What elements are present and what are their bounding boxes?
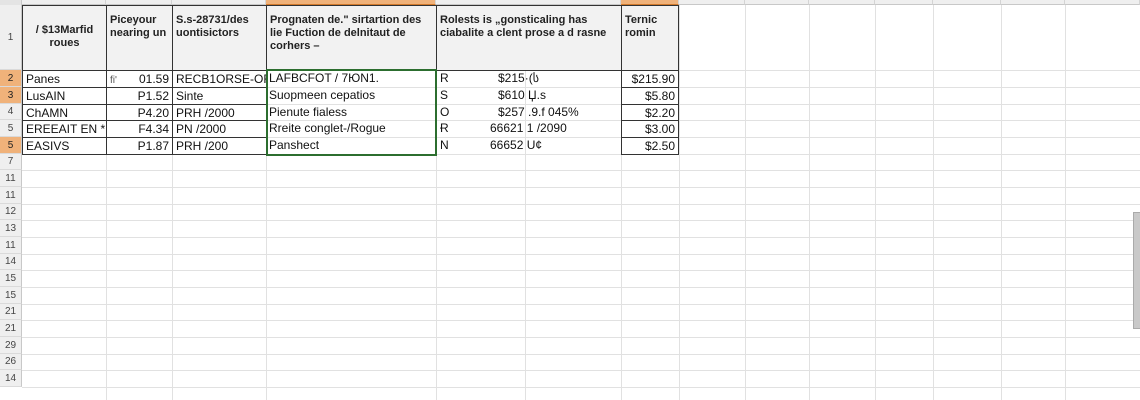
row-header[interactable]: 13 xyxy=(0,220,22,237)
row-header[interactable]: 26 xyxy=(0,354,22,370)
row-header[interactable]: 21 xyxy=(0,304,22,320)
spreadsheet-grid[interactable]: 1 2 3 4 5 5 7 11 11 12 13 11 14 15 15 21… xyxy=(0,0,1140,400)
row-header[interactable]: 3 xyxy=(0,87,22,104)
cell-f[interactable]: $2.20 xyxy=(621,104,679,121)
cell-c[interactable]: RECB1ORSE-OF xyxy=(172,70,267,88)
column-header-m[interactable] xyxy=(1065,0,1140,5)
cell-b-value: P4.20 xyxy=(137,106,169,120)
header-cell-f[interactable]: Ternic romin xyxy=(621,5,679,71)
row-header[interactable]: 29 xyxy=(0,337,22,354)
cell-e-value[interactable]: $610 Џ.s xyxy=(470,87,621,104)
row-header[interactable]: 14 xyxy=(0,254,22,270)
cell-d[interactable]: LAFBCFOT / 7ЮN1. xyxy=(266,70,436,87)
cell-d[interactable]: Pienute fialess xyxy=(266,104,436,120)
cell-c[interactable]: Sinte xyxy=(172,87,267,105)
cell-b-value: P1.87 xyxy=(137,139,169,153)
cell-b[interactable]: P1.87 xyxy=(106,137,173,155)
column-header-l[interactable] xyxy=(1001,0,1065,5)
vertical-scrollbar-thumb[interactable] xyxy=(1133,212,1140,329)
cell-a[interactable]: Panes xyxy=(22,70,107,88)
row-header[interactable]: 5 xyxy=(0,137,22,154)
row-header[interactable]: 21 xyxy=(0,320,22,337)
cell-d[interactable]: Rreite conglet-/Rogue xyxy=(266,120,436,137)
header-cell-b[interactable]: Piceyour nearing un xyxy=(106,5,173,71)
cell-a[interactable]: LusAIN xyxy=(22,87,107,105)
row-header[interactable]: 12 xyxy=(0,204,22,220)
row-header[interactable]: 11 xyxy=(0,170,22,187)
cell-c[interactable]: PRH /2000 xyxy=(172,104,267,121)
cell-f[interactable]: $3.00 xyxy=(621,120,679,138)
cell-b[interactable]: P4.20 xyxy=(106,104,173,121)
cell-f[interactable]: $2.50 xyxy=(621,137,679,155)
cell-d[interactable]: Suopmeen cepatios xyxy=(266,87,436,104)
row-header[interactable]: 2 xyxy=(0,70,22,87)
column-header-j[interactable] xyxy=(875,0,933,5)
row-header[interactable]: 4 xyxy=(0,104,22,120)
cell-e-value[interactable]: $215·(ს xyxy=(470,70,621,87)
row-header[interactable]: 11 xyxy=(0,187,22,204)
header-cell-c[interactable]: S.s-28731/des uontisictors xyxy=(172,5,267,71)
row-header[interactable]: 11 xyxy=(0,237,22,254)
cell-e-value[interactable]: $257 .9.f 045% xyxy=(470,104,621,120)
column-header-i[interactable] xyxy=(809,0,875,5)
cell-a[interactable]: EASIVS xyxy=(22,137,107,155)
row-header[interactable]: 7 xyxy=(0,154,22,170)
cell-b-value: P1.52 xyxy=(137,89,169,103)
cell-b[interactable]: F4.34 xyxy=(106,120,173,138)
cell-a[interactable]: ChAMN xyxy=(22,104,107,121)
cell-b[interactable]: P1.52 xyxy=(106,87,173,105)
cell-f[interactable]: $5.80 xyxy=(621,87,679,105)
header-cell-a[interactable]: / $13Marfid roues xyxy=(22,5,107,71)
header-cell-e[interactable]: Rolests is „gonsticaling has ciabalite a… xyxy=(436,5,622,71)
cell-e-value[interactable]: 66652 U¢ xyxy=(470,137,621,154)
row-header[interactable]: 1 xyxy=(0,5,22,70)
cell-a[interactable]: EREEAIT EN * xyxy=(22,120,107,138)
column-header-h[interactable] xyxy=(745,0,809,5)
column-header-k[interactable] xyxy=(933,0,1001,5)
cell-b-value: 01.59 xyxy=(138,72,169,86)
cell-e-value[interactable]: 66621 1 /2090 xyxy=(470,120,621,137)
column-header-g[interactable] xyxy=(679,0,745,5)
row-header[interactable]: 14 xyxy=(0,370,22,387)
cell-b-value: F4.34 xyxy=(138,122,169,136)
row-header[interactable]: 15 xyxy=(0,287,22,304)
cell-b[interactable]: ﬁ' 01.59 xyxy=(106,70,173,88)
row-header[interactable]: 15 xyxy=(0,270,22,287)
header-cell-d[interactable]: Prognaten de." sirtartion des lie Fuctio… xyxy=(266,5,437,71)
cell-b-marker: ﬁ' xyxy=(110,75,117,86)
cell-d[interactable]: Panshect xyxy=(266,137,436,154)
cell-c[interactable]: PN /2000 xyxy=(172,120,267,138)
cell-c[interactable]: PRH /200 xyxy=(172,137,267,155)
row-header[interactable]: 5 xyxy=(0,120,22,137)
cell-f[interactable]: $215.90 xyxy=(621,70,679,88)
